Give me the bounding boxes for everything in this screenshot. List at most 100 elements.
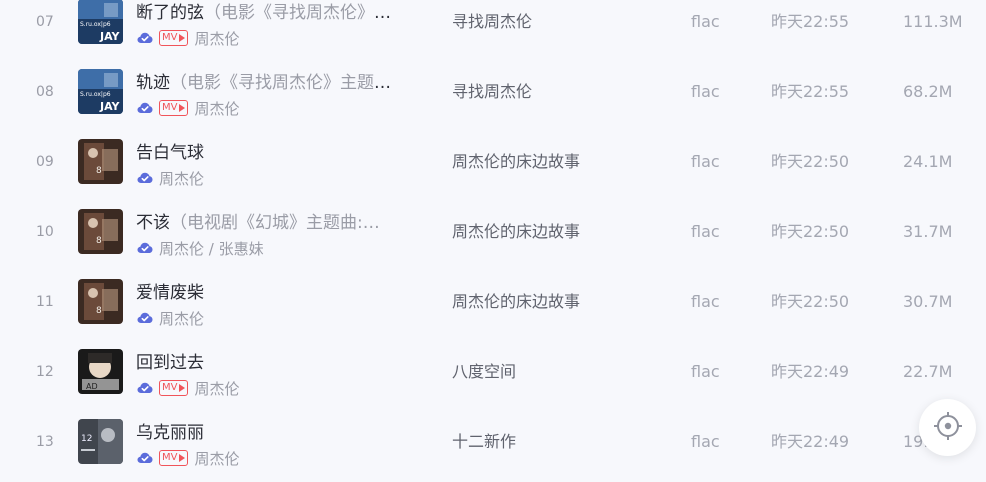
file-size: 68.2M xyxy=(903,82,953,101)
track-index: 13 xyxy=(36,434,54,450)
artist-name[interactable]: 周杰伦 xyxy=(194,28,239,49)
song-title[interactable]: 轨迹（电影《寻找周杰伦》主题曲） xyxy=(136,72,406,94)
album-name[interactable]: 寻找周杰伦 xyxy=(452,0,532,57)
artist-name[interactable]: 周杰伦 xyxy=(159,308,204,329)
song-title-text: 爱情废柴 xyxy=(136,283,204,303)
album-cover[interactable]: 12 xyxy=(78,419,123,464)
mv-badge[interactable]: MV xyxy=(159,30,189,46)
file-size: 30.7M xyxy=(903,292,953,311)
file-size: 111.3M xyxy=(903,12,963,31)
mv-badge[interactable]: MV xyxy=(159,380,189,396)
song-meta: MV 周杰伦 xyxy=(136,378,239,398)
play-triangle-icon xyxy=(179,454,186,462)
mv-label: MV xyxy=(162,382,178,393)
track-index: 11 xyxy=(36,294,54,310)
album-cover[interactable]: 8 xyxy=(78,139,123,184)
mv-label: MV xyxy=(162,32,178,43)
svg-text:AD: AD xyxy=(86,382,98,391)
album-cover[interactable]: 8 xyxy=(78,209,123,254)
song-title-text: 不该 xyxy=(136,213,170,233)
file-size: 22.7M xyxy=(903,362,953,381)
song-title-text: 轨迹 xyxy=(136,73,170,93)
svg-text:8: 8 xyxy=(96,236,102,246)
album-cover[interactable]: JAY S.ru.ox|p6 xyxy=(78,69,123,114)
song-row[interactable]: 10 8 不该（电视剧《幻城》主题曲:… 周杰伦 / 张惠妹 周杰伦的床边故事 flac 昨… xyxy=(0,197,986,267)
artist-name[interactable]: 周杰伦 xyxy=(194,448,239,469)
album-name[interactable]: 八度空间 xyxy=(452,337,516,407)
svg-text:8: 8 xyxy=(96,306,102,316)
added-time: 昨天22:49 xyxy=(771,362,850,381)
album-name[interactable]: 寻找周杰伦 xyxy=(452,57,532,127)
mv-label: MV xyxy=(162,452,178,463)
added-time: 昨天22:50 xyxy=(771,152,850,171)
svg-text:8: 8 xyxy=(96,166,102,176)
song-title[interactable]: 回到过去 xyxy=(136,352,406,374)
file-format: flac xyxy=(691,82,720,101)
svg-text:12: 12 xyxy=(81,434,92,444)
song-row[interactable]: 07 JAY S.ru.ox|p6 断了的弦（电影《寻找周杰伦》插曲） MV 周杰伦 寻找周… xyxy=(0,0,986,57)
song-subtitle: （电视剧《幻城》主题曲:… xyxy=(170,213,380,233)
song-meta: MV 周杰伦 xyxy=(136,98,239,118)
mv-badge[interactable]: MV xyxy=(159,450,189,466)
album-cover[interactable]: 8 xyxy=(78,279,123,324)
album-name[interactable]: 周杰伦的床边故事 xyxy=(452,197,580,267)
album-cover[interactable]: AD xyxy=(78,349,123,394)
file-format: flac xyxy=(691,362,720,381)
song-row[interactable]: 11 8 爱情废柴周杰伦 周杰伦的床边故事 flac 昨天22:50 30.7M xyxy=(0,267,986,337)
song-subtitle: （电影《寻找周杰伦》主题曲） xyxy=(170,73,406,93)
svg-text:S.ru.ox|p6: S.ru.ox|p6 xyxy=(80,91,111,98)
locate-crosshair-icon xyxy=(933,411,963,445)
mv-label: MV xyxy=(162,102,178,113)
cloud-check-icon xyxy=(136,309,154,327)
play-triangle-icon xyxy=(179,384,186,392)
play-triangle-icon xyxy=(179,34,186,42)
file-format: flac xyxy=(691,292,720,311)
song-meta: 周杰伦 / 张惠妹 xyxy=(136,238,264,258)
added-time: 昨天22:55 xyxy=(771,12,850,31)
locate-current-button[interactable] xyxy=(919,399,976,456)
track-index: 07 xyxy=(36,14,54,30)
album-name[interactable]: 周杰伦的床边故事 xyxy=(452,267,580,337)
cloud-check-icon xyxy=(136,379,154,397)
file-format: flac xyxy=(691,152,720,171)
file-format: flac xyxy=(691,432,720,451)
track-index: 12 xyxy=(36,364,54,380)
song-row[interactable]: 09 8 告白气球 周杰伦 周杰伦的床边故事 flac 昨天22:50 24.1M xyxy=(0,127,986,197)
artist-name[interactable]: 周杰伦 xyxy=(159,168,204,189)
song-title-text: 断了的弦 xyxy=(136,3,204,23)
track-index: 10 xyxy=(36,224,54,240)
song-meta: MV 周杰伦 xyxy=(136,448,239,468)
song-title-text: 告白气球 xyxy=(136,143,204,163)
song-title[interactable]: 断了的弦（电影《寻找周杰伦》插曲） xyxy=(136,2,406,24)
cloud-check-icon xyxy=(136,239,154,257)
song-row[interactable]: 12 AD 回到过去 MV 周杰伦 八度空间 flac 昨天22:49 22.7M xyxy=(0,337,986,407)
song-title[interactable]: 乌克丽丽 xyxy=(136,422,406,444)
song-title[interactable]: 告白气球 xyxy=(136,142,406,164)
song-title[interactable]: 不该（电视剧《幻城》主题曲:… xyxy=(136,212,406,234)
artist-name[interactable]: 周杰伦 xyxy=(194,98,239,119)
song-subtitle: （电影《寻找周杰伦》插曲） xyxy=(204,3,406,23)
play-triangle-icon xyxy=(179,104,186,112)
cloud-check-icon xyxy=(136,99,154,117)
song-meta: 周杰伦 xyxy=(136,168,204,188)
added-time: 昨天22:49 xyxy=(771,432,850,451)
album-name[interactable]: 十二新作 xyxy=(452,407,516,477)
mv-badge[interactable]: MV xyxy=(159,100,189,116)
song-title[interactable]: 爱情废柴 xyxy=(136,282,406,304)
song-row[interactable]: 08 JAY S.ru.ox|p6 轨迹（电影《寻找周杰伦》主题曲） MV 周杰伦 寻找周杰… xyxy=(0,57,986,127)
svg-text:JAY: JAY xyxy=(99,100,121,113)
album-cover[interactable]: JAY S.ru.ox|p6 xyxy=(78,0,123,44)
svg-text:JAY: JAY xyxy=(99,30,121,43)
song-row[interactable]: 1312乌克丽丽MV周杰伦十二新作flac昨天22:4919.5M xyxy=(0,407,986,477)
added-time: 昨天22:50 xyxy=(771,222,850,241)
file-format: flac xyxy=(691,222,720,241)
file-format: flac xyxy=(691,12,720,31)
artist-name[interactable]: 周杰伦 xyxy=(194,378,239,399)
cloud-check-icon xyxy=(136,449,154,467)
added-time: 昨天22:50 xyxy=(771,292,850,311)
file-size: 31.7M xyxy=(903,222,953,241)
album-name[interactable]: 周杰伦的床边故事 xyxy=(452,127,580,197)
artist-name[interactable]: 周杰伦 / 张惠妹 xyxy=(159,238,264,259)
track-index: 08 xyxy=(36,84,54,100)
cloud-check-icon xyxy=(136,29,154,47)
